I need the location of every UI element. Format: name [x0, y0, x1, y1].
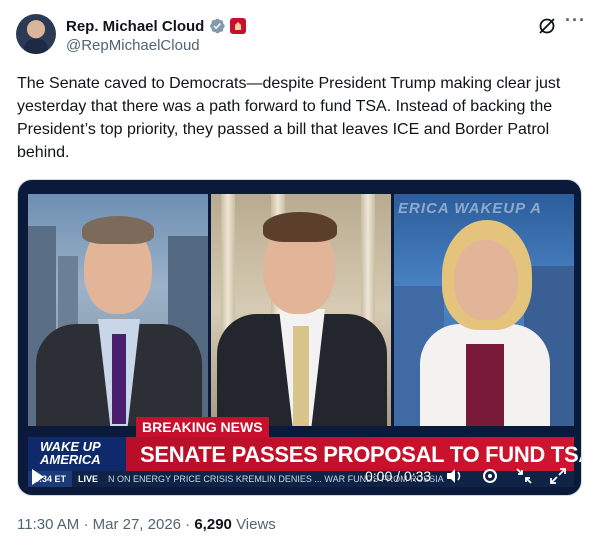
more-icon[interactable]: ··· — [565, 11, 585, 34]
house-affiliation-icon[interactable] — [230, 18, 247, 34]
grok-icon[interactable] — [537, 16, 557, 36]
video-panel-host — [28, 194, 208, 426]
video-player[interactable]: ERICA WAKEUP A BREAKING NEWS WAKE UP AME… — [17, 179, 582, 496]
play-icon[interactable] — [32, 469, 44, 485]
meta-separator-2: · — [185, 516, 191, 533]
author-handle[interactable]: @RepMichaelCloud — [66, 37, 200, 54]
tweet-meta: 11:30 AM · Mar 27, 2026 · 6,290 Views — [17, 516, 276, 533]
tweet-card: Rep. Michael Cloud @RepMichaelCloud ··· … — [0, 0, 598, 553]
volume-icon[interactable] — [444, 466, 464, 486]
meta-separator: · — [83, 516, 89, 533]
verified-badge-icon[interactable] — [208, 17, 226, 35]
tweet-text: The Senate caved to Democrats—despite Pr… — [17, 75, 561, 161]
fullscreen-icon[interactable] — [548, 466, 568, 486]
channel-watermark: ERICA WAKEUP A — [398, 200, 543, 217]
tweet-date[interactable]: Mar 27, 2026 — [93, 516, 181, 533]
breaking-news-label: BREAKING NEWS — [136, 417, 269, 437]
video-panel-anchor: ERICA WAKEUP A — [394, 194, 574, 426]
avatar[interactable] — [16, 14, 56, 54]
settings-icon[interactable] — [480, 466, 500, 486]
video-panel-guest — [211, 194, 391, 426]
views-label: Views — [236, 516, 276, 533]
author-display-name[interactable]: Rep. Michael Cloud — [66, 18, 204, 35]
views-count[interactable]: 6,290 — [194, 516, 232, 533]
fullscreen-exit-icon[interactable] — [514, 466, 534, 486]
video-controls: 0:00 / 0:33 — [18, 461, 581, 495]
video-timecode: 0:00 / 0:33 — [365, 468, 432, 484]
tweet-time[interactable]: 11:30 AM — [17, 516, 79, 533]
author-name-row: Rep. Michael Cloud — [66, 16, 247, 36]
